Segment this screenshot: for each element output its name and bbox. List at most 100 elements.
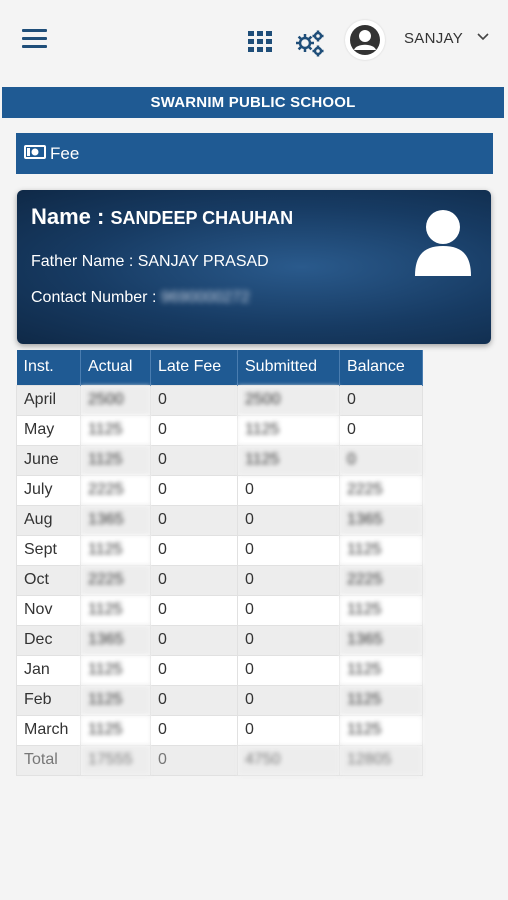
cell-balance: 2225 — [339, 564, 423, 596]
cell-submitted: 0 — [237, 564, 340, 596]
cell-submitted: 0 — [237, 624, 340, 656]
section-header: Fee — [16, 133, 493, 174]
cell-balance: 0 — [339, 414, 423, 446]
cell-submitted: 1125 — [237, 414, 340, 446]
cell-inst: Sept — [16, 534, 81, 566]
col-header-late-fee: Late Fee — [150, 350, 238, 385]
cell-inst: Oct — [16, 564, 81, 596]
col-header-actual: Actual — [80, 350, 151, 385]
chevron-down-icon[interactable] — [476, 30, 490, 42]
cell-late-fee: 0 — [150, 624, 238, 656]
cell-submitted: 0 — [237, 504, 340, 536]
contact-number: 9690000272 — [160, 289, 250, 306]
cell-late-fee: 0 — [150, 564, 238, 596]
cell-inst: Total — [16, 744, 81, 776]
cell-late-fee: 0 — [150, 594, 238, 626]
cell-balance: 1125 — [339, 654, 423, 686]
grid-apps-icon[interactable] — [248, 31, 274, 53]
user-name[interactable]: SANJAY — [404, 30, 463, 47]
section-title: Fee — [50, 144, 80, 163]
table-header-row: Inst. Actual Late Fee Submitted Balance — [16, 350, 423, 385]
cell-actual: 1125 — [80, 414, 151, 446]
table-row: May 1125 0 1125 0 — [16, 414, 423, 446]
cell-balance: 0 — [339, 384, 423, 416]
cell-actual: 2500 — [80, 384, 151, 416]
table-row: Aug 1365 0 0 1365 — [16, 504, 423, 536]
money-icon — [24, 133, 46, 174]
col-header-inst: Inst. — [16, 350, 81, 385]
cell-late-fee: 0 — [150, 474, 238, 506]
cell-submitted: 1125 — [237, 444, 340, 476]
cell-balance: 1365 — [339, 504, 423, 536]
cell-actual: 1125 — [80, 534, 151, 566]
cell-actual: 17555 — [80, 744, 151, 776]
cell-inst: Aug — [16, 504, 81, 536]
table-row: June 1125 0 1125 0 — [16, 444, 423, 476]
table-row: March 1125 0 0 1125 — [16, 714, 423, 746]
cell-submitted: 4750 — [237, 744, 340, 776]
cell-submitted: 0 — [237, 474, 340, 506]
cell-late-fee: 0 — [150, 504, 238, 536]
contact-label: Contact Number : — [31, 289, 161, 306]
gears-icon[interactable] — [294, 28, 326, 58]
col-header-balance: Balance — [339, 350, 423, 385]
father-name-line: Father Name : SANJAY PRASAD — [31, 253, 269, 271]
cell-actual: 1365 — [80, 624, 151, 656]
cell-inst: Nov — [16, 594, 81, 626]
cell-actual: 2225 — [80, 564, 151, 596]
contact-line: Contact Number : 9690000272 — [31, 289, 250, 307]
user-avatar-icon[interactable] — [345, 20, 385, 60]
table-row: Jan 1125 0 0 1125 — [16, 654, 423, 686]
cell-inst: March — [16, 714, 81, 746]
table-row: Dec 1365 0 0 1365 — [16, 624, 423, 656]
cell-submitted: 0 — [237, 534, 340, 566]
student-card: Name : SANDEEP CHAUHAN Father Name : SAN… — [17, 190, 491, 344]
cell-late-fee: 0 — [150, 684, 238, 716]
table-row: Sept 1125 0 0 1125 — [16, 534, 423, 566]
father-name: SANJAY PRASAD — [137, 253, 269, 270]
table-row: Nov 1125 0 0 1125 — [16, 594, 423, 626]
cell-submitted: 0 — [237, 684, 340, 716]
col-header-submitted: Submitted — [237, 350, 340, 385]
cell-late-fee: 0 — [150, 414, 238, 446]
cell-inst: Jan — [16, 654, 81, 686]
cell-submitted: 2500 — [237, 384, 340, 416]
student-name-label: Name : — [31, 204, 111, 229]
cell-submitted: 0 — [237, 594, 340, 626]
hamburger-icon[interactable] — [22, 29, 47, 51]
cell-actual: 1125 — [80, 714, 151, 746]
cell-actual: 1365 — [80, 504, 151, 536]
cell-balance: 1125 — [339, 594, 423, 626]
cell-actual: 1125 — [80, 654, 151, 686]
table-row: July 2225 0 0 2225 — [16, 474, 423, 506]
cell-balance: 12805 — [339, 744, 423, 776]
cell-inst: June — [16, 444, 81, 476]
cell-balance: 1365 — [339, 624, 423, 656]
cell-actual: 1125 — [80, 684, 151, 716]
fee-table: Inst. Actual Late Fee Submitted Balance … — [16, 350, 423, 776]
cell-balance: 1125 — [339, 684, 423, 716]
cell-inst: Feb — [16, 684, 81, 716]
student-name: SANDEEP CHAUHAN — [110, 208, 294, 228]
cell-inst: Dec — [16, 624, 81, 656]
cell-late-fee: 0 — [150, 654, 238, 686]
cell-inst: July — [16, 474, 81, 506]
table-total-row: Total 17555 0 4750 12805 — [16, 744, 423, 776]
cell-late-fee: 0 — [150, 744, 238, 776]
cell-submitted: 0 — [237, 714, 340, 746]
cell-balance: 1125 — [339, 714, 423, 746]
cell-balance: 0 — [339, 444, 423, 476]
father-name-label: Father Name : — [31, 253, 138, 270]
table-row: Feb 1125 0 0 1125 — [16, 684, 423, 716]
cell-balance: 2225 — [339, 474, 423, 506]
profile-icon — [413, 208, 473, 278]
cell-late-fee: 0 — [150, 384, 238, 416]
student-name-line: Name : SANDEEP CHAUHAN — [31, 204, 293, 230]
top-bar: SANJAY — [0, 0, 508, 80]
cell-actual: 2225 — [80, 474, 151, 506]
cell-inst: May — [16, 414, 81, 446]
table-row: Oct 2225 0 0 2225 — [16, 564, 423, 596]
cell-inst: April — [16, 384, 81, 416]
cell-late-fee: 0 — [150, 534, 238, 566]
table-row: April 2500 0 2500 0 — [16, 384, 423, 416]
